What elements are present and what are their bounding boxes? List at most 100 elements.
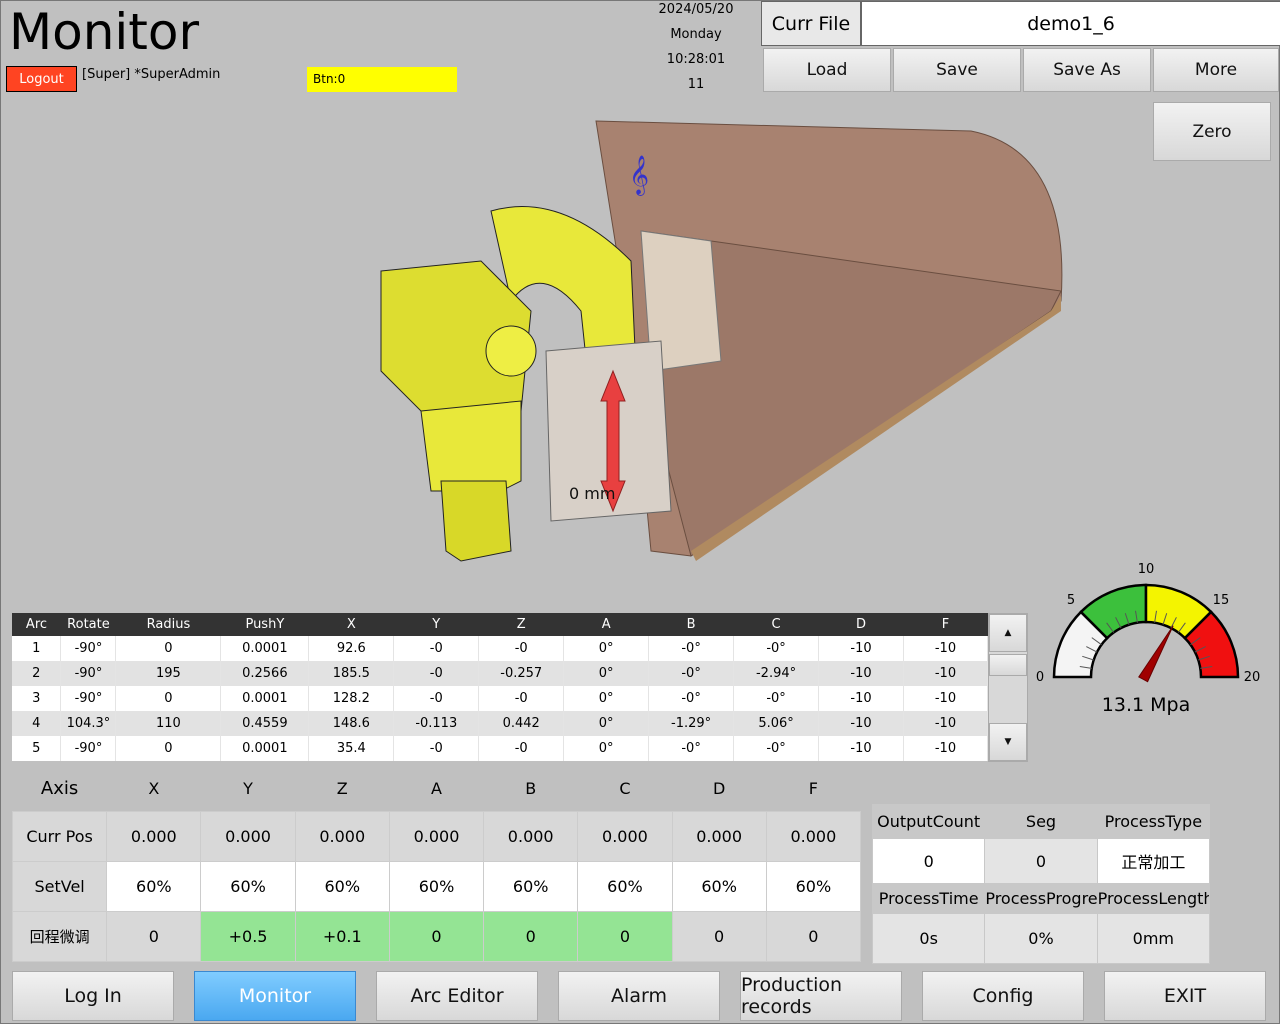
table-cell[interactable]: 0.442 — [478, 711, 565, 736]
table-cell[interactable]: -0.113 — [393, 711, 480, 736]
table-cell[interactable]: -10 — [818, 736, 904, 761]
axis-value[interactable]: 60% — [577, 860, 673, 912]
table-cell[interactable]: 1 — [12, 636, 62, 661]
table-cell[interactable]: 4 — [12, 711, 62, 736]
table-cell[interactable]: 0 — [115, 686, 222, 711]
3d-scene[interactable]: 𝄞 0 mm — [361, 111, 1081, 571]
table-cell[interactable]: -90° — [60, 736, 117, 761]
table-cell[interactable]: -0° — [648, 661, 735, 686]
axis-value[interactable]: 0 — [765, 910, 862, 962]
table-cell[interactable]: -0° — [733, 686, 820, 711]
axis-value[interactable]: 0 — [483, 910, 579, 962]
column-header[interactable]: X — [308, 613, 394, 636]
table-cell[interactable]: -0° — [648, 686, 735, 711]
table-cell[interactable]: 5 — [12, 736, 62, 761]
nav-exit-button[interactable]: EXIT — [1104, 971, 1266, 1021]
column-header[interactable]: PushY — [220, 613, 309, 636]
axis-value[interactable]: +0.1 — [294, 910, 390, 962]
column-header[interactable]: C — [733, 613, 819, 636]
table-cell[interactable]: 35.4 — [308, 736, 395, 761]
table-cell[interactable]: 148.6 — [308, 711, 395, 736]
table-cell[interactable]: -2.94° — [733, 661, 820, 686]
column-header[interactable]: Arc — [12, 613, 61, 636]
table-cell[interactable]: 0° — [563, 661, 650, 686]
column-header[interactable]: B — [648, 613, 734, 636]
table-cell[interactable]: 0.0001 — [220, 686, 310, 711]
axis-value[interactable]: 60% — [388, 860, 485, 912]
table-cell[interactable]: -10 — [903, 686, 989, 711]
save-as-button[interactable]: Save As — [1023, 48, 1151, 92]
column-header[interactable]: Z — [478, 613, 564, 636]
table-cell[interactable]: -0° — [648, 636, 735, 661]
table-cell[interactable]: -10 — [903, 711, 989, 736]
table-cell[interactable]: 0.2566 — [220, 661, 310, 686]
column-header[interactable]: Y — [393, 613, 479, 636]
table-cell[interactable]: 0° — [563, 736, 650, 761]
table-cell[interactable]: -10 — [903, 661, 989, 686]
table-cell[interactable]: 0.0001 — [220, 736, 310, 761]
nav-config-button[interactable]: Config — [922, 971, 1084, 1021]
table-cell[interactable]: 104.3° — [60, 711, 117, 736]
table-cell[interactable]: 110 — [115, 711, 222, 736]
axis-value[interactable]: +0.5 — [200, 910, 296, 962]
table-row[interactable]: 5 -90° 0 0.0001 35.4 -0 -0 0° -0° -0° -10 -10 — [12, 736, 989, 761]
axis-value[interactable]: 0 — [577, 910, 673, 962]
axis-value[interactable]: 0 — [671, 910, 767, 962]
arc-table-scrollbar[interactable]: ▲ ▼ — [988, 613, 1028, 762]
file-name-field[interactable]: demo1_6 — [861, 1, 1280, 46]
table-cell[interactable]: -0° — [648, 736, 735, 761]
table-cell[interactable]: 0 — [115, 636, 222, 661]
table-cell[interactable]: -0 — [478, 636, 565, 661]
table-cell[interactable]: -10 — [818, 686, 904, 711]
axis-value[interactable]: 60% — [765, 860, 862, 912]
nav-production-records-button[interactable]: Production records — [740, 971, 902, 1021]
table-cell[interactable]: -1.29° — [648, 711, 735, 736]
table-cell[interactable]: -0.257 — [478, 661, 565, 686]
scroll-thumb[interactable] — [989, 654, 1027, 676]
zero-button[interactable]: Zero — [1153, 102, 1271, 161]
axis-value[interactable]: 60% — [200, 860, 296, 912]
table-cell[interactable]: 0 — [115, 736, 222, 761]
table-cell[interactable]: -10 — [818, 661, 904, 686]
table-cell[interactable]: 3 — [12, 686, 62, 711]
table-cell[interactable]: -90° — [60, 686, 117, 711]
scroll-up-icon[interactable]: ▲ — [989, 614, 1027, 652]
table-cell[interactable]: 0° — [563, 711, 650, 736]
save-button[interactable]: Save — [893, 48, 1021, 92]
nav-alarm-button[interactable]: Alarm — [558, 971, 720, 1021]
table-row[interactable]: 2 -90° 195 0.2566 185.5 -0 -0.257 0° -0° -2.94° -1… — [12, 661, 989, 686]
table-row[interactable]: 1 -90° 0 0.0001 92.6 -0 -0 0° -0° -0° -10 -10 — [12, 636, 989, 661]
axis-value[interactable]: 60% — [671, 860, 767, 912]
table-cell[interactable]: 128.2 — [308, 686, 395, 711]
table-cell[interactable]: -90° — [60, 661, 117, 686]
table-cell[interactable]: -10 — [903, 736, 989, 761]
table-cell[interactable]: 0.0001 — [220, 636, 310, 661]
table-cell[interactable]: 0.4559 — [220, 711, 310, 736]
scroll-down-icon[interactable]: ▼ — [989, 723, 1027, 761]
table-cell[interactable]: 2 — [12, 661, 62, 686]
load-button[interactable]: Load — [763, 48, 891, 92]
axis-value[interactable]: 60% — [106, 860, 202, 912]
column-header[interactable]: F — [903, 613, 988, 636]
table-cell[interactable]: 0° — [563, 636, 650, 661]
table-cell[interactable]: -0° — [733, 636, 820, 661]
column-header[interactable]: D — [818, 613, 904, 636]
table-cell[interactable]: 5.06° — [733, 711, 820, 736]
more-button[interactable]: More — [1153, 48, 1279, 92]
table-cell[interactable]: -0 — [393, 661, 480, 686]
axis-value[interactable]: 0 — [388, 910, 485, 962]
table-row[interactable]: 3 -90° 0 0.0001 128.2 -0 -0 0° -0° -0° -10 -10 — [12, 686, 989, 711]
column-header[interactable]: Radius — [115, 613, 221, 636]
table-cell[interactable]: -0 — [393, 636, 480, 661]
table-cell[interactable]: -10 — [903, 636, 989, 661]
table-cell[interactable]: 92.6 — [308, 636, 395, 661]
table-cell[interactable]: -0 — [478, 686, 565, 711]
table-cell[interactable]: -10 — [818, 711, 904, 736]
column-header[interactable]: A — [563, 613, 649, 636]
axis-value[interactable]: 0 — [106, 910, 202, 962]
axis-value[interactable]: 60% — [294, 860, 390, 912]
table-cell[interactable]: 195 — [115, 661, 222, 686]
table-cell[interactable]: 185.5 — [308, 661, 395, 686]
nav-arc-editor-button[interactable]: Arc Editor — [376, 971, 538, 1021]
table-cell[interactable]: -0 — [393, 686, 480, 711]
